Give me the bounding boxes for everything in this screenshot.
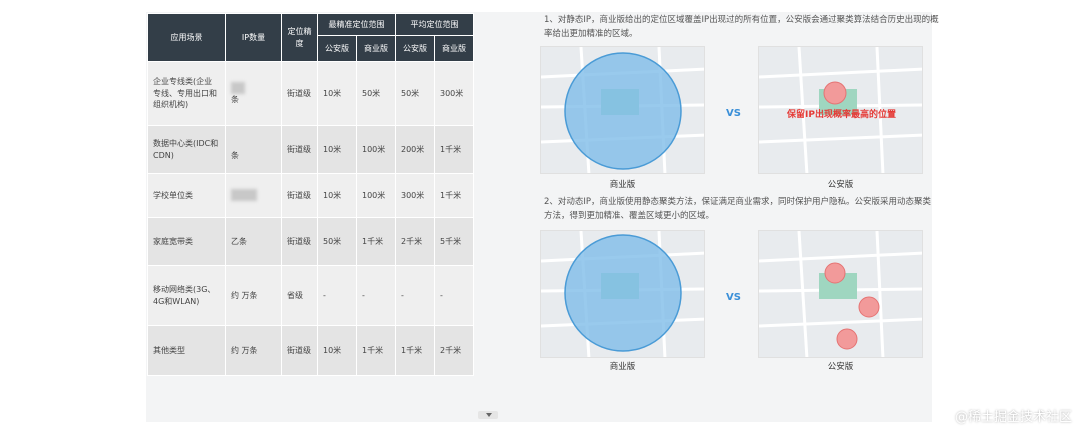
vs-label-1: VS (726, 108, 741, 119)
highlight-label: 保留IP出现概率最高的位置 (787, 110, 896, 120)
vs-label-2: VS (726, 292, 741, 303)
cell-avg-commercial: 2千米 (434, 325, 474, 376)
map-commercial-static (540, 46, 705, 174)
cell-count: 约 万条 (225, 265, 282, 326)
header-best-range: 最精准定位范围 (317, 13, 396, 36)
cell-best-police: 10米 (317, 61, 357, 126)
header-ip-count: IP数量 (225, 13, 282, 62)
cell-scene: 其他类型 (147, 325, 226, 376)
comparison-panel: 1、对静态IP，商业版给出的定位区域覆盖IP出现过的所有位置，公安版会通过聚类算… (530, 12, 939, 412)
cell-avg-police: - (395, 265, 435, 326)
cell-best-commercial: 50米 (356, 61, 396, 126)
cell-avg-police: 300米 (395, 173, 435, 218)
cell-avg-commercial: - (434, 265, 474, 326)
static-ip-description: 1、对静态IP，商业版给出的定位区域覆盖IP出现过的所有位置，公安版会通过聚类算… (544, 15, 939, 39)
redaction-blur (231, 81, 245, 94)
caption-commercial-2: 商业版 (609, 362, 636, 372)
table-row: 其他类型 约 万条 街道级 10米 1千米 1千米 2千米 (147, 325, 474, 376)
cell-best-commercial: 100米 (356, 173, 396, 218)
cell-precision: 街道级 (281, 125, 318, 174)
cell-avg-commercial: 5千米 (434, 217, 474, 266)
header-avg-range: 平均定位范围 (395, 13, 474, 36)
caption-commercial-1: 商业版 (609, 180, 636, 190)
cell-scene: 企业专线类(企业专线、专用出口和组织机构) (147, 61, 226, 126)
map-graphic (541, 231, 704, 357)
cell-scene: 学校单位类 (147, 173, 226, 218)
cell-avg-commercial: 1千米 (434, 173, 474, 218)
dynamic-ip-description: 2、对动态IP，商业版使用静态聚类方法，保证满足商业需求，同时保护用户隐私。公安… (544, 197, 932, 221)
cell-count: 条 (225, 61, 282, 126)
police-location-circle (836, 328, 858, 350)
table-row: 企业专线类(企业专线、专用出口和组织机构) 条 街道级 10米 50米 50米 … (147, 61, 474, 126)
scroll-down-button[interactable] (478, 411, 498, 419)
table-row: 数据中心类(IDC和CDN) 条 街道级 10米 100米 200米 1千米 (147, 125, 474, 174)
cell-precision: 街道级 (281, 173, 318, 218)
cell-avg-police: 1千米 (395, 325, 435, 376)
table-row: 家庭宽带类 乙条 街道级 50米 1千米 2千米 5千米 (147, 217, 474, 266)
map-commercial-dynamic (540, 230, 705, 358)
cell-best-police: 10米 (317, 173, 357, 218)
cell-precision: 街道级 (281, 61, 318, 126)
cell-avg-police: 200米 (395, 125, 435, 174)
police-location-circle (858, 296, 880, 318)
police-location-circle (823, 81, 847, 105)
header-precision: 定位精度 (281, 13, 318, 62)
cell-best-police: 10米 (317, 325, 357, 376)
cell-scene: 家庭宽带类 (147, 217, 226, 266)
cell-precision: 街道级 (281, 325, 318, 376)
cell-avg-police: 50米 (395, 61, 435, 126)
cell-count (225, 173, 282, 218)
ip-location-table: 应用场景 IP数量 定位精度 最精准定位范围 平均定位范围 公安版 商业版 公安… (147, 13, 474, 376)
cell-scene: 移动网络类(3G、4G和WLAN) (147, 265, 226, 326)
cell-best-commercial: - (356, 265, 396, 326)
cell-count: 约 万条 (225, 325, 282, 376)
cell-best-commercial: 1千米 (356, 325, 396, 376)
caption-police-2: 公安版 (827, 362, 854, 372)
cell-avg-police: 2千米 (395, 217, 435, 266)
cell-best-police: 50米 (317, 217, 357, 266)
coverage-circle (564, 52, 682, 170)
cell-best-police: 10米 (317, 125, 357, 174)
header-scene: 应用场景 (147, 13, 226, 62)
map-police-dynamic (758, 230, 923, 358)
header-avg-police: 公安版 (395, 35, 435, 62)
watermark: @稀土掘金技术社区 (954, 410, 1072, 425)
cell-best-police: - (317, 265, 357, 326)
caption-police-1: 公安版 (827, 180, 854, 190)
coverage-circle (564, 234, 682, 352)
table-row: 学校单位类 街道级 10米 100米 300米 1千米 (147, 173, 474, 218)
header-avg-commercial: 商业版 (434, 35, 474, 62)
table-row: 移动网络类(3G、4G和WLAN) 约 万条 省级 - - - - (147, 265, 474, 326)
cell-precision: 街道级 (281, 217, 318, 266)
cell-best-commercial: 100米 (356, 125, 396, 174)
cell-count: 条 (225, 125, 282, 174)
cell-avg-commercial: 300米 (434, 61, 474, 126)
cell-count: 乙条 (225, 217, 282, 266)
map-graphic (759, 231, 922, 357)
header-best-commercial: 商业版 (356, 35, 396, 62)
redaction-blur (231, 189, 257, 202)
cell-best-commercial: 1千米 (356, 217, 396, 266)
cell-avg-commercial: 1千米 (434, 125, 474, 174)
police-location-circle (824, 262, 846, 284)
cell-precision: 省级 (281, 265, 318, 326)
header-best-police: 公安版 (317, 35, 357, 62)
cell-scene: 数据中心类(IDC和CDN) (147, 125, 226, 174)
map-graphic (541, 47, 704, 173)
chevron-down-icon (486, 413, 492, 417)
map-police-static: 保留IP出现概率最高的位置 (758, 46, 923, 174)
